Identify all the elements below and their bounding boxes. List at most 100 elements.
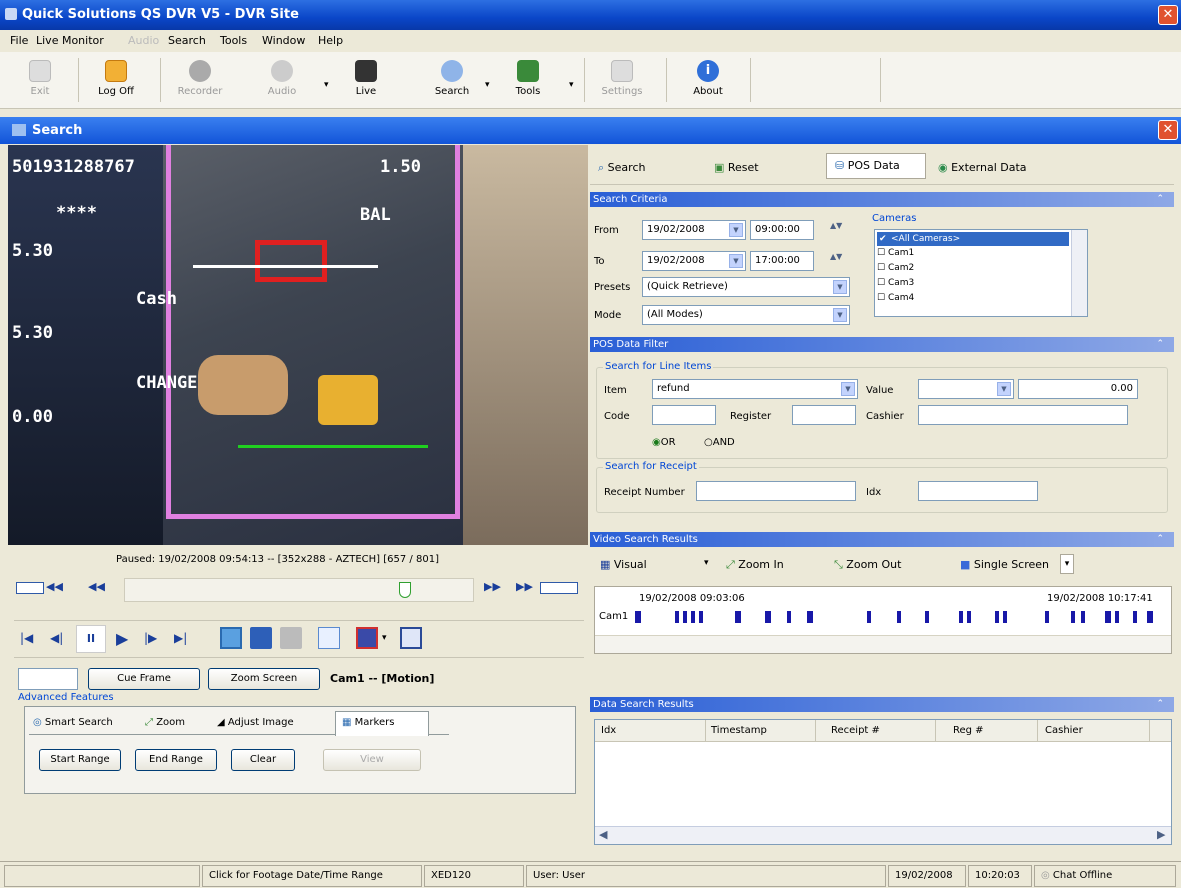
or-radio[interactable]: ◉OR (652, 437, 676, 448)
column-receipt[interactable]: Receipt # (831, 725, 880, 736)
status-chat[interactable]: ◎ Chat Offline (1034, 865, 1176, 887)
cashier-field[interactable] (918, 405, 1128, 425)
from-time-field[interactable]: 09:00:00 (750, 220, 814, 240)
register-field[interactable] (792, 405, 856, 425)
zoom-screen-button[interactable]: Zoom Screen (208, 668, 320, 690)
menu-search[interactable]: Search (168, 34, 206, 47)
start-range-button[interactable]: Start Range (39, 749, 121, 771)
search-dropdown-icon[interactable]: ▾ (485, 80, 490, 90)
camera-item-cam1[interactable]: ☐ Cam1 (877, 248, 914, 258)
search-button[interactable]: Search (420, 58, 484, 106)
motion-marker[interactable] (1133, 611, 1137, 623)
motion-marker[interactable] (995, 611, 999, 623)
visual-button[interactable]: ▦ Visual (600, 558, 647, 571)
external-data-tab[interactable]: ◉ External Data (938, 161, 1027, 174)
clear-button[interactable]: Clear (231, 749, 295, 771)
cameras-list[interactable]: ✔ <All Cameras> ☐ Cam1 ☐ Cam2 ☐ Cam3 ☐ Ca… (874, 229, 1088, 317)
video-timeline[interactable]: 19/02/2008 09:03:06 19/02/2008 10:17:41 … (594, 586, 1172, 654)
forward-icon[interactable]: ▶▶ (484, 580, 501, 593)
motion-marker[interactable] (683, 611, 687, 623)
menu-help[interactable]: Help (318, 34, 343, 47)
search-action[interactable]: ⌕ Search (598, 161, 645, 175)
receipt-number-field[interactable] (696, 481, 856, 501)
tab-smart-search[interactable]: ◎ Smart Search (33, 717, 113, 728)
motion-marker[interactable] (635, 611, 641, 623)
cameras-scrollbar[interactable] (1071, 230, 1087, 316)
save-icon[interactable] (250, 627, 272, 649)
status-hint[interactable]: Click for Footage Date/Time Range (202, 865, 422, 887)
filter-dropdown-icon[interactable]: ▾ (382, 633, 387, 643)
video-results-header[interactable]: Video Search Results ⌃ (590, 532, 1174, 547)
chevron-down-icon[interactable]: ▼ (729, 254, 743, 268)
motion-marker[interactable] (1147, 611, 1153, 623)
exit-button[interactable]: Exit (8, 58, 72, 106)
chevron-down-icon[interactable]: ▼ (729, 223, 743, 237)
zoom-out-button[interactable]: ⤡ Zoom Out (834, 558, 901, 572)
motion-marker[interactable] (1045, 611, 1049, 623)
motion-marker[interactable] (699, 611, 703, 623)
value-amount-field[interactable]: 0.00 (1018, 379, 1138, 399)
scroll-left-icon[interactable]: ◀ (599, 828, 607, 841)
value-operator-select[interactable]: ▼ (918, 379, 1014, 399)
motion-marker[interactable] (807, 611, 813, 623)
single-screen-dropdown-icon[interactable]: ▾ (1060, 554, 1074, 574)
close-icon[interactable]: ✕ (1158, 5, 1178, 25)
column-cashier[interactable]: Cashier (1045, 725, 1083, 736)
to-time-field[interactable]: 17:00:00 (750, 251, 814, 271)
motion-marker[interactable] (897, 611, 901, 623)
step-back-icon[interactable]: ◀| (50, 631, 63, 645)
motion-marker[interactable] (867, 611, 871, 623)
data-results-table[interactable]: Idx Timestamp Receipt # Reg # Cashier ◀ … (594, 719, 1172, 845)
timeline-thumb[interactable] (399, 582, 411, 598)
audio-dropdown-icon[interactable]: ▾ (324, 80, 329, 90)
motion-marker[interactable] (787, 611, 791, 623)
column-reg[interactable]: Reg # (953, 725, 984, 736)
timeline-scroll[interactable] (595, 635, 1171, 653)
table-scrollbar[interactable]: ◀ ▶ (595, 826, 1171, 844)
pause-icon[interactable]: II (76, 625, 106, 653)
motion-track[interactable] (635, 607, 1165, 627)
recorder-button[interactable]: Recorder (168, 58, 232, 106)
collapse-icon[interactable]: ⌃ (1156, 697, 1164, 712)
tools-dropdown-icon[interactable]: ▾ (569, 80, 574, 90)
no-filter-icon[interactable] (356, 627, 378, 649)
camera-item-all[interactable]: ✔ <All Cameras> (877, 232, 1069, 246)
about-button[interactable]: i About (676, 58, 740, 106)
motion-marker[interactable] (1105, 611, 1111, 623)
chevron-down-icon[interactable]: ▼ (841, 382, 855, 396)
pos-data-tab[interactable]: ⛁ POS Data (826, 153, 926, 179)
menu-tools[interactable]: Tools (220, 34, 247, 47)
video-frame[interactable]: 501931288767 1.50 **** BAL 5.30 Cash 5.3… (8, 145, 588, 545)
motion-marker[interactable] (959, 611, 963, 623)
audio-button[interactable]: Audio (250, 58, 314, 106)
motion-marker[interactable] (691, 611, 695, 623)
to-time-spinner[interactable]: ▲▼ (830, 252, 842, 261)
speed-fast-indicator[interactable] (540, 582, 578, 594)
collapse-icon[interactable]: ⌃ (1156, 192, 1164, 207)
idx-field[interactable] (918, 481, 1038, 501)
cue-frame-button[interactable]: Cue Frame (88, 668, 200, 690)
and-radio[interactable]: ○AND (704, 437, 735, 448)
step-forward-icon[interactable]: |▶ (144, 631, 157, 645)
rewind-icon[interactable]: ◀◀ (88, 580, 105, 593)
search-close-icon[interactable]: ✕ (1158, 120, 1178, 140)
forward-fast-icon[interactable]: ▶▶ (516, 580, 533, 593)
motion-marker[interactable] (735, 611, 741, 623)
checklist-icon[interactable] (318, 627, 340, 649)
collapse-icon[interactable]: ⌃ (1156, 532, 1164, 547)
last-frame-icon[interactable]: ▶| (174, 631, 187, 645)
end-range-button[interactable]: End Range (135, 749, 217, 771)
mode-select[interactable]: (All Modes) ▼ (642, 305, 850, 325)
from-time-spinner[interactable]: ▲▼ (830, 221, 842, 230)
motion-marker[interactable] (675, 611, 679, 623)
presets-select[interactable]: (Quick Retrieve) ▼ (642, 277, 850, 297)
chevron-down-icon[interactable]: ▼ (833, 280, 847, 294)
collapse-icon[interactable]: ⌃ (1156, 337, 1164, 352)
timeline-slider[interactable] (124, 578, 474, 602)
column-idx[interactable]: Idx (601, 725, 616, 736)
search-criteria-header[interactable]: Search Criteria ⌃ (590, 192, 1174, 207)
motion-marker[interactable] (925, 611, 929, 623)
rewind-fast-icon[interactable]: ◀◀ (46, 580, 63, 593)
settings-button[interactable]: Settings (590, 58, 654, 106)
menu-file[interactable]: File (10, 34, 28, 47)
